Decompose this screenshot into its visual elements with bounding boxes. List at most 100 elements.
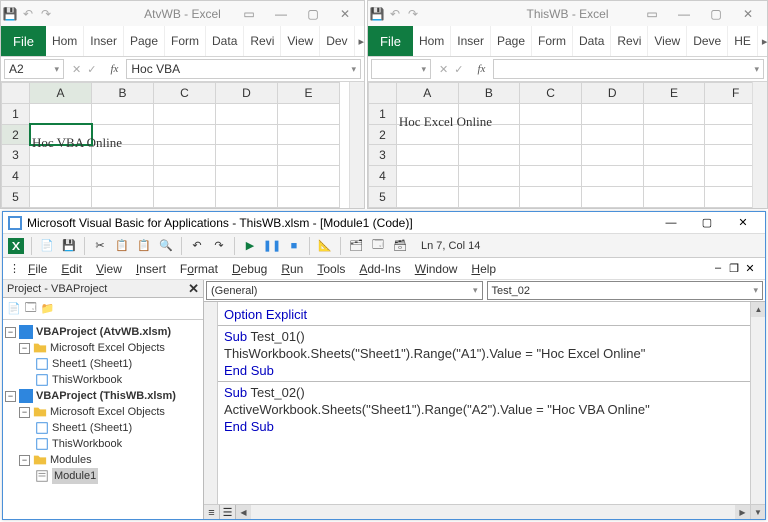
row-header-2[interactable]: 2 xyxy=(2,124,30,145)
col-header-a[interactable]: A xyxy=(30,83,92,104)
run-icon[interactable]: ▶ xyxy=(241,237,259,255)
tab-formulas[interactable]: Form xyxy=(165,26,206,56)
vertical-scrollbar[interactable] xyxy=(349,82,364,208)
project-tree[interactable]: −VBAProject (AtvWB.xlsm) −Microsoft Exce… xyxy=(3,320,203,519)
collapse-icon[interactable]: − xyxy=(5,391,16,402)
menu-debug[interactable]: Debug xyxy=(226,260,273,278)
tab-view[interactable]: View xyxy=(281,26,320,56)
col-header-d[interactable]: D xyxy=(216,83,278,104)
cancel-icon[interactable]: ✕ xyxy=(439,63,448,76)
file-tab[interactable]: File xyxy=(1,26,46,56)
menu-help[interactable]: Help xyxy=(465,260,502,278)
close-icon[interactable]: ✕ xyxy=(725,213,761,233)
horizontal-scrollbar[interactable]: ≡ ☰ ◀ ▶ ▼ xyxy=(204,504,765,519)
col-header-a[interactable]: A xyxy=(396,83,458,104)
cut-icon[interactable]: ✂ xyxy=(91,237,109,255)
scroll-down-icon[interactable]: ▼ xyxy=(750,505,765,519)
undo-icon[interactable]: ↶ xyxy=(188,237,206,255)
fx-label[interactable]: fx xyxy=(471,63,491,75)
collapse-icon[interactable]: − xyxy=(5,327,16,338)
tab-heo[interactable]: HE xyxy=(728,26,758,56)
tab-home[interactable]: Hom xyxy=(413,26,451,56)
view-excel-icon[interactable] xyxy=(7,237,25,255)
col-header-c[interactable]: C xyxy=(154,83,216,104)
name-box[interactable]: A2▾ xyxy=(4,59,64,79)
col-header-b[interactable]: B xyxy=(458,83,520,104)
view-code-icon[interactable]: 📄 xyxy=(7,302,21,315)
cell-a1[interactable]: Hoc Excel Online xyxy=(396,103,458,124)
menu-tools[interactable]: Tools xyxy=(311,260,351,278)
full-module-view-icon[interactable]: ☰ xyxy=(220,505,236,519)
folder-modules[interactable]: Modules xyxy=(50,452,92,468)
row-header-4[interactable]: 4 xyxy=(2,166,30,187)
procedure-view-icon[interactable]: ≡ xyxy=(204,505,220,519)
menu-format[interactable]: Format xyxy=(174,260,224,278)
fx-label[interactable]: fx xyxy=(104,63,124,75)
sheet-node[interactable]: Sheet1 (Sheet1) xyxy=(52,356,132,372)
project-node[interactable]: VBAProject (AtvWB.xlsm) xyxy=(36,324,171,340)
select-all-corner[interactable] xyxy=(369,83,397,104)
row-header-5[interactable]: 5 xyxy=(2,187,30,208)
tab-formulas[interactable]: Form xyxy=(532,26,573,56)
cell-a2[interactable]: Hoc VBA Online xyxy=(30,124,92,145)
menu-window[interactable]: Window xyxy=(409,260,464,278)
row-header-3[interactable]: 3 xyxy=(369,145,397,166)
paste-icon[interactable]: 📋 xyxy=(135,237,153,255)
redo-icon[interactable]: ↷ xyxy=(210,237,228,255)
folder-meo[interactable]: Microsoft Excel Objects xyxy=(50,404,165,420)
copy-icon[interactable]: 📋 xyxy=(113,237,131,255)
sheet-node[interactable]: Sheet1 (Sheet1) xyxy=(52,420,132,436)
more-tabs-icon[interactable]: ▸ xyxy=(758,26,768,56)
properties-icon[interactable]: 🗔 xyxy=(369,237,387,255)
scroll-left-icon[interactable]: ◀ xyxy=(236,505,251,519)
name-box[interactable]: ▾ xyxy=(371,59,431,79)
scroll-up-icon[interactable]: ▲ xyxy=(751,302,765,317)
menu-addins[interactable]: Add-Ins xyxy=(353,260,406,278)
mdi-restore-icon[interactable]: ❐ xyxy=(727,262,741,275)
project-node[interactable]: VBAProject (ThisWB.xlsm) xyxy=(36,388,176,404)
menu-edit[interactable]: Edit xyxy=(55,260,88,278)
tab-home[interactable]: Hom xyxy=(46,26,84,56)
select-all-corner[interactable] xyxy=(2,83,30,104)
col-header-d[interactable]: D xyxy=(581,83,643,104)
design-mode-icon[interactable]: 📐 xyxy=(316,237,334,255)
enter-icon[interactable]: ✓ xyxy=(454,63,463,76)
enter-icon[interactable]: ✓ xyxy=(87,63,96,76)
code-editor[interactable]: Option Explicit Sub Test_01() ThisWorkbo… xyxy=(204,302,765,519)
tab-review[interactable]: Revi xyxy=(611,26,648,56)
col-header-c[interactable]: C xyxy=(520,83,582,104)
tab-view[interactable]: View xyxy=(648,26,687,56)
tab-review[interactable]: Revi xyxy=(244,26,281,56)
procedure-dropdown[interactable]: Test_02▾ xyxy=(487,281,764,300)
tab-data[interactable]: Data xyxy=(206,26,244,56)
object-dropdown[interactable]: (General)▾ xyxy=(206,281,483,300)
module-node-selected[interactable]: Module1 xyxy=(52,468,98,484)
find-icon[interactable]: 🔍 xyxy=(157,237,175,255)
tab-page[interactable]: Page xyxy=(491,26,532,56)
menu-insert[interactable]: Insert xyxy=(130,260,172,278)
insert-icon[interactable]: 📄 xyxy=(38,237,56,255)
mdi-close-icon[interactable]: ✕ xyxy=(743,262,757,275)
close-panel-icon[interactable]: ✕ xyxy=(188,281,199,297)
row-header-4[interactable]: 4 xyxy=(369,166,397,187)
vertical-scrollbar[interactable]: ▲ xyxy=(750,302,765,504)
formula-input[interactable]: Hoc VBA▾ xyxy=(126,59,361,79)
workbook-node[interactable]: ThisWorkbook xyxy=(52,436,122,452)
collapse-icon[interactable]: − xyxy=(19,455,30,466)
row-header-1[interactable]: 1 xyxy=(369,103,397,124)
project-explorer-icon[interactable]: 🗂 xyxy=(347,237,365,255)
workbook-node[interactable]: ThisWorkbook xyxy=(52,372,122,388)
worksheet-grid[interactable]: A B C D E F 1Hoc Excel Online 2 3 4 5 xyxy=(368,82,767,208)
row-header-2[interactable]: 2 xyxy=(369,124,397,145)
collapse-icon[interactable]: − xyxy=(19,343,30,354)
col-header-b[interactable]: B xyxy=(92,83,154,104)
file-tab[interactable]: File xyxy=(368,26,413,56)
collapse-icon[interactable]: − xyxy=(19,407,30,418)
cancel-icon[interactable]: ✕ xyxy=(72,63,81,76)
mdi-minimize-icon[interactable]: – xyxy=(711,262,725,275)
row-header-3[interactable]: 3 xyxy=(2,145,30,166)
col-header-e[interactable]: E xyxy=(278,83,340,104)
col-header-e[interactable]: E xyxy=(643,83,705,104)
row-header-1[interactable]: 1 xyxy=(2,103,30,124)
worksheet-grid[interactable]: A B C D E 1 2Hoc VBA Online 3 4 5 xyxy=(1,82,364,208)
